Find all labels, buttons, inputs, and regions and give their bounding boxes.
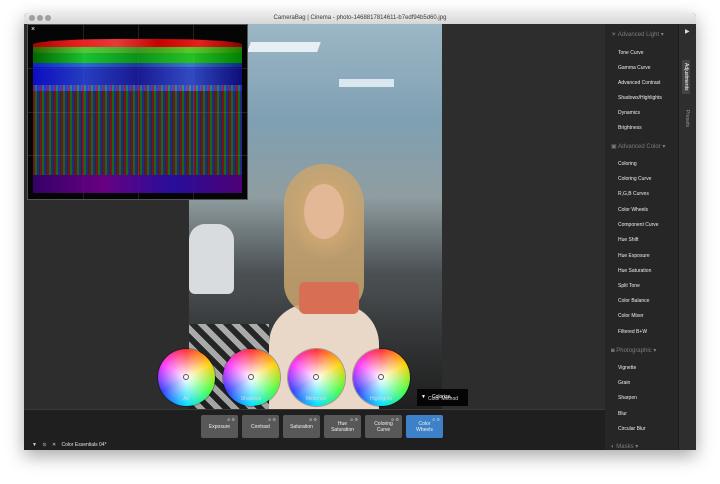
tool-contrast[interactable]: ⊘ ⚙ Contrast: [242, 415, 279, 438]
sidebar-item[interactable]: Hue Exposure: [618, 253, 650, 259]
sidebar-item[interactable]: Tone Curve: [618, 50, 644, 56]
sidebar-item[interactable]: Coloring Curve: [618, 176, 651, 182]
sidebar-item[interactable]: Split Tone: [618, 283, 640, 289]
color-method-label: Color Method: [427, 396, 458, 402]
section-title: Masks: [616, 444, 634, 450]
save-icon[interactable]: ⊙: [42, 442, 46, 448]
tool-label: Contrast: [251, 423, 270, 430]
wheel-label-all: All: [183, 396, 189, 402]
sidebar-item[interactable]: Component Curve: [618, 222, 659, 228]
tool-options-icon[interactable]: ⊘ ⚙: [268, 417, 276, 423]
preset-bar: ▼ ⊙ ✕ Color Essentials 04*: [32, 442, 107, 448]
collapse-panel-icon[interactable]: ▶: [685, 28, 690, 35]
window-title: CameraBag | Cinema - photo-1468817814611…: [273, 15, 447, 21]
bottom-toolbar: ⊘ ⚙ Exposure ⊘ ⚙ Contrast ⊘ ⚙ Saturation ⊘ …: [24, 409, 605, 450]
tab-presets[interactable]: Presets: [684, 110, 690, 127]
sidebar-item[interactable]: Hue Shift: [618, 237, 639, 243]
sidebar-item[interactable]: Color Mixer: [618, 313, 644, 319]
sidebar-item[interactable]: Coloring: [618, 161, 637, 167]
sidebar-item[interactable]: Hue Saturation: [618, 268, 651, 274]
section-title: Advanced Color: [618, 144, 661, 150]
app-window: CameraBag | Cinema - photo-1468817814611…: [24, 13, 696, 450]
sidebar-item[interactable]: R,G,B Curves: [618, 191, 649, 197]
sidebar-item[interactable]: Grain: [618, 380, 630, 386]
histogram-panel: ×: [27, 24, 248, 200]
adjustments-sidebar: ☀ Advanced Light ▾ Tone Curve Gamma Curv…: [605, 24, 682, 450]
tool-label: Exposure: [208, 423, 231, 430]
tool-saturation[interactable]: ⊘ ⚙ Saturation: [283, 415, 320, 438]
section-advanced-color[interactable]: ▣ Advanced Color ▾: [611, 143, 665, 150]
photo-canvas[interactable]: × ▼ Colorize: [24, 24, 605, 409]
tool-options-icon[interactable]: ⊘ ⚙: [227, 417, 235, 423]
tool-exposure[interactable]: ⊘ ⚙ Exposure: [201, 415, 238, 438]
tool-color-wheels[interactable]: ⊘ ⚙ Color Wheels: [406, 415, 443, 438]
preset-name: Color Essentials 04*: [61, 442, 107, 448]
wheel-handle[interactable]: [378, 374, 384, 380]
section-title: Advanced Light: [617, 32, 660, 38]
wheel-handle[interactable]: [248, 374, 254, 380]
tool-options-icon[interactable]: ⊘ ⚙: [391, 417, 399, 423]
wheel-label-midtones: Midtones: [305, 396, 327, 402]
sidebar-item[interactable]: Color Wheels: [618, 207, 648, 213]
sidebar-item[interactable]: Gamma Curve: [618, 65, 651, 71]
sidebar-item[interactable]: Color Balance: [618, 298, 649, 304]
wheel-label-shadows: Shadows: [240, 396, 262, 402]
sidebar-item[interactable]: Shadows/Highlights: [618, 95, 662, 101]
tool-label: Color Wheels: [416, 420, 433, 433]
sidebar-item[interactable]: Dynamics: [618, 110, 640, 116]
wheel-handle[interactable]: [183, 374, 189, 380]
tab-adjustments[interactable]: Adjustments: [682, 60, 690, 94]
section-photographic[interactable]: ◙ Photographic ▾: [611, 347, 656, 354]
histogram-close-icon[interactable]: ×: [31, 26, 35, 33]
tool-coloring-curve[interactable]: ⊘ ⚙ Coloring Curve: [365, 415, 402, 438]
wheel-handle[interactable]: [313, 374, 319, 380]
wheel-label-highlights: Highlights: [370, 396, 392, 402]
sidebar-item[interactable]: Brightness: [618, 125, 642, 131]
tool-label: Saturation: [290, 423, 313, 430]
section-advanced-light[interactable]: ☀ Advanced Light ▾: [611, 31, 664, 38]
tool-options-icon[interactable]: ⊘ ⚙: [309, 417, 317, 423]
sidebar-item[interactable]: Advanced Contrast: [618, 80, 661, 86]
sidebar-item[interactable]: Blur: [618, 411, 627, 417]
panel-tabs: ▶ Adjustments Presets: [678, 24, 696, 450]
section-masks[interactable]: ◐ Masks ▾: [611, 443, 638, 450]
tool-hue-saturation[interactable]: ⊘ ⚙ Hue Saturation: [324, 415, 361, 438]
tool-options-icon[interactable]: ⊘ ⚙: [350, 417, 358, 423]
preset-menu-icon[interactable]: ▼: [32, 442, 37, 448]
clear-icon[interactable]: ✕: [52, 442, 56, 448]
section-title: Photographic: [616, 348, 652, 354]
sidebar-item[interactable]: Sharpen: [618, 395, 637, 401]
sidebar-item[interactable]: Circular Blur: [618, 426, 646, 432]
sidebar-item[interactable]: Vignette: [618, 365, 636, 371]
tool-options-icon[interactable]: ⊘ ⚙: [432, 417, 440, 423]
sidebar-item[interactable]: Filtered B+W: [618, 329, 647, 335]
